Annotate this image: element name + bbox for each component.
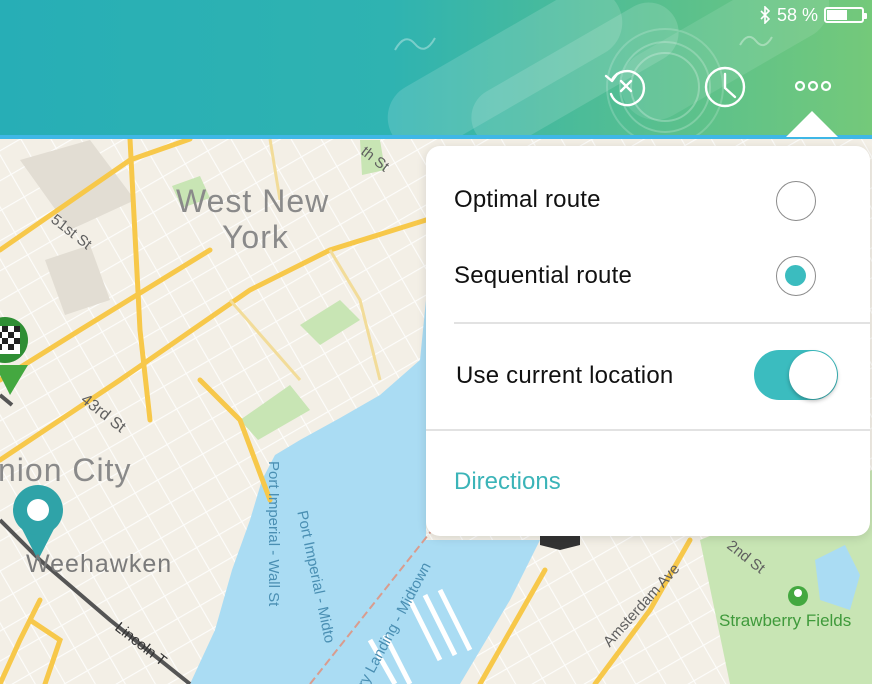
app-header: 58 % [0, 0, 872, 137]
popover-divider [426, 429, 870, 431]
sequential-route-label: Sequential route [454, 262, 632, 289]
battery-icon [824, 7, 867, 23]
map-label-weehawken: Weehawken [26, 550, 173, 578]
map-label-ferry: Port Imperial - Wall St [265, 461, 282, 607]
route-options-popover: Optimal route Sequential route Use curre… [426, 146, 870, 536]
toggle-knob [789, 351, 837, 399]
more-options-button[interactable] [788, 66, 838, 106]
battery-percent: 58 % [776, 4, 818, 25]
map-label-union-city: nion City [0, 452, 132, 488]
popover-divider [454, 322, 870, 324]
radio-selected-dot [785, 265, 806, 286]
map-label-west-new-york: York [222, 219, 289, 255]
bluetooth-icon [760, 6, 771, 24]
use-current-location-label: Use current location [456, 362, 674, 389]
more-dots-icon [794, 80, 832, 92]
undo-clear-icon [604, 69, 646, 107]
use-current-location-toggle[interactable] [754, 350, 838, 400]
sequential-route-radio[interactable] [776, 256, 816, 296]
status-bar: 58 % [759, 4, 867, 26]
directions-link[interactable]: Directions [454, 468, 561, 496]
clock-icon [704, 66, 746, 108]
map-label-west-new-york: West New [176, 183, 330, 219]
history-button[interactable] [700, 62, 750, 112]
undo-clear-button[interactable] [600, 62, 650, 112]
optimal-route-label: Optimal route [454, 186, 601, 213]
map-label-strawberry-fields: Strawberry Fields [719, 611, 852, 630]
optimal-route-radio[interactable] [776, 181, 816, 221]
popover-arrow [786, 111, 838, 137]
